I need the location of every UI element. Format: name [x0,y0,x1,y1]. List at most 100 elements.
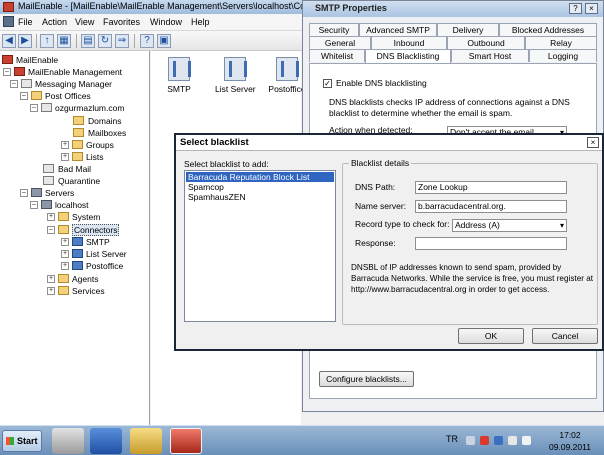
tree-node-management[interactable]: – MailEnable Management [3,66,149,78]
console-tree[interactable]: MailEnable – MailEnable Management – Mes… [0,51,150,425]
export-list-icon[interactable]: ⇒ [115,34,129,48]
expand-icon[interactable]: + [61,153,69,161]
server-manager-icon[interactable] [52,428,84,454]
collapse-icon[interactable]: – [3,68,11,76]
tree-node-bad-mail[interactable]: Bad Mail [33,163,149,175]
explorer-icon[interactable] [130,428,162,454]
collapse-icon[interactable]: – [20,189,28,197]
list-item-postoffice[interactable]: Postoffice [267,57,307,94]
tab-relay[interactable]: Relay [525,36,597,49]
tab-smart-host[interactable]: Smart Host [451,49,529,62]
record-type-select[interactable]: Address (A) [452,219,567,232]
toolbar-separator [134,34,135,48]
collapse-icon[interactable]: – [10,80,18,88]
name-server-field[interactable]: b.barracudacentral.org. [415,200,567,213]
tree-node-messaging-manager[interactable]: – Messaging Manager [10,78,149,90]
mailenable-icon [14,67,25,76]
powershell-icon[interactable] [90,428,122,454]
tab-outbound[interactable]: Outbound [447,36,525,49]
tab-whitelist[interactable]: Whitelist [309,49,365,62]
tree-node-connectors[interactable]: – Connectors [47,224,149,236]
expand-icon[interactable]: + [47,275,55,283]
action-pane-icon[interactable]: ▣ [157,34,171,48]
menu-view[interactable]: View [75,17,94,27]
properties-icon[interactable]: ▤ [81,34,95,48]
tray-flag-icon[interactable] [480,436,489,445]
back-icon[interactable]: ◀ [2,34,16,48]
tray-arrow-icon[interactable] [466,436,475,445]
console-icon[interactable] [3,16,14,27]
tab-delivery[interactable]: Delivery [437,23,499,36]
tree-node-groups[interactable]: + Groups [61,139,149,151]
blacklist-listbox[interactable]: Barracuda Reputation Block List Spamcop … [184,170,336,322]
network-icon[interactable] [494,436,503,445]
action-center-icon[interactable] [522,436,531,445]
tree-node-domains[interactable]: Domains [63,115,149,127]
collapse-icon[interactable]: – [20,92,28,100]
forward-icon[interactable]: ▶ [18,34,32,48]
tree-node-lists[interactable]: + Lists [61,151,149,163]
tab-dns-blacklisting[interactable]: DNS Blacklisting [365,49,451,63]
start-button[interactable]: Start [2,430,42,452]
expand-icon[interactable]: + [47,287,55,295]
list-item[interactable]: SpamhausZEN [186,192,334,202]
menu-file[interactable]: File [18,17,33,27]
dns-path-field[interactable]: Zone Lookup [415,181,567,194]
list-item-list-server[interactable]: List Server [215,57,256,94]
menu-window[interactable]: Window [150,17,182,27]
configure-blacklists-button[interactable]: Configure blacklists... [319,371,414,387]
select-blacklist-titlebar[interactable]: Select blacklist × [176,135,602,151]
show-hide-tree-icon[interactable]: ▦ [57,34,71,48]
tree-node-agents[interactable]: + Agents [47,273,149,285]
close-icon[interactable]: × [585,3,598,14]
tab-blocked-addresses[interactable]: Blocked Addresses [499,23,597,36]
tree-node-postoffice-domain[interactable]: – ozgurmazlum.com [30,102,149,114]
language-indicator[interactable]: TR [446,434,458,444]
mailenable-taskbar-icon[interactable] [170,428,202,454]
taskbar-clock[interactable]: 17:02 09.09.2011 [540,429,600,453]
smtp-properties-title: SMTP Properties [315,3,387,13]
help-icon[interactable]: ? [569,3,582,14]
expand-icon[interactable]: + [61,262,69,270]
collapse-icon[interactable]: – [30,104,38,112]
volume-icon[interactable] [508,436,517,445]
tree-node-system[interactable]: + System [47,211,149,223]
expand-icon[interactable]: + [47,213,55,221]
smtp-properties-titlebar[interactable]: SMTP Properties ? × [303,1,603,17]
tab-advanced-smtp[interactable]: Advanced SMTP [359,23,437,36]
list-item[interactable]: Barracuda Reputation Block List [186,172,334,182]
menu-action[interactable]: Action [42,17,67,27]
tree-node-mailboxes[interactable]: Mailboxes [63,127,149,139]
tree-node-smtp[interactable]: + SMTP [61,236,149,248]
menu-favorites[interactable]: Favorites [103,17,140,27]
up-folder-icon[interactable]: ↑ [40,34,54,48]
tab-security[interactable]: Security [309,23,359,36]
tab-logging[interactable]: Logging [529,49,597,62]
collapse-icon[interactable]: – [30,201,38,209]
tree-node-postoffice[interactable]: + Postoffice [61,260,149,272]
tree-node-root[interactable]: MailEnable [0,54,149,66]
list-item[interactable]: Spamcop [186,182,334,192]
menu-help[interactable]: Help [191,17,210,27]
cancel-button[interactable]: Cancel [532,328,598,344]
tab-inbound[interactable]: Inbound [371,36,447,49]
expand-icon[interactable]: + [61,238,69,246]
response-field[interactable] [415,237,567,250]
expand-icon[interactable]: + [61,250,69,258]
mailenable-icon [2,55,13,64]
tree-node-services[interactable]: + Services [47,285,149,297]
ok-button[interactable]: OK [458,328,524,344]
tree-node-quarantine[interactable]: Quarantine [33,175,149,187]
expand-icon[interactable]: + [61,141,69,149]
tree-node-localhost[interactable]: – localhost [30,199,149,211]
close-icon[interactable]: × [587,137,599,148]
tree-node-list-server[interactable]: + List Server [61,248,149,260]
enable-dns-blacklisting-checkbox[interactable]: ✓ [323,79,332,88]
help-icon[interactable]: ? [140,34,154,48]
tree-node-servers[interactable]: – Servers [20,187,149,199]
refresh-icon[interactable]: ↻ [98,34,112,48]
tree-node-post-offices[interactable]: – Post Offices [20,90,149,102]
tab-general[interactable]: General [309,36,371,49]
collapse-icon[interactable]: – [47,226,55,234]
list-item-smtp[interactable]: SMTP [159,57,199,94]
